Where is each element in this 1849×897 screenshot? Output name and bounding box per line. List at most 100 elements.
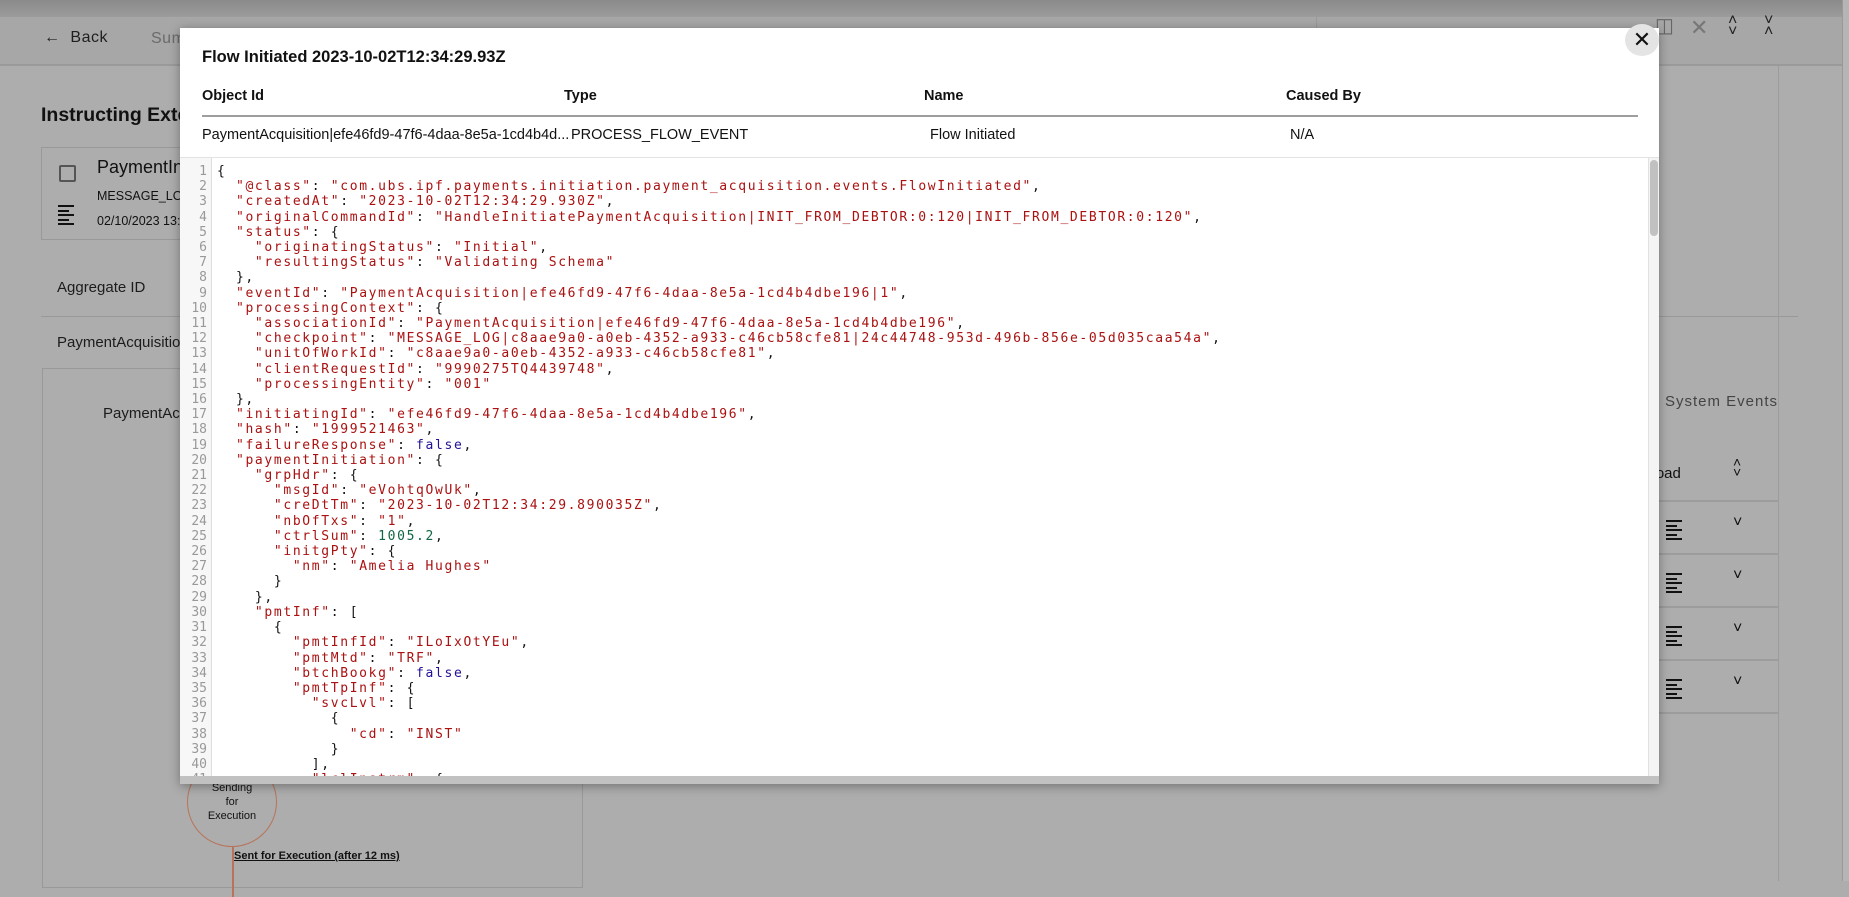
code-line: }, [217,392,255,408]
event-row[interactable]: ˅ [1640,608,1778,661]
code-line: "processingEntity": "001" [254,376,492,392]
expand-icon[interactable]: ˄ ˅ [1728,13,1737,40]
code-line: { [217,711,341,727]
line-number: 27 [191,559,207,575]
lines-icon [1666,573,1682,596]
line-number: 24 [191,513,207,529]
line-number: 11 [191,316,207,332]
horizontal-scrollbar[interactable] [180,776,1659,784]
code-line: "svcLvl": [ [311,696,417,712]
checkbox[interactable] [59,165,76,182]
line-number: 3 [199,194,207,210]
code-line: "processingContext": { [235,300,445,316]
line-number: 31 [191,620,207,636]
line-number: 29 [191,589,207,605]
event-detail-modal: Flow Initiated 2023-10-02T12:34:29.93Z ✕… [180,24,1659,784]
line-number: 39 [191,741,207,757]
header-divider [202,115,1638,117]
back-button[interactable]: ← Back [44,29,108,47]
code-line: "creDtTm": "2023-10-02T12:34:29.890035Z"… [273,498,663,514]
line-number: 17 [191,407,207,423]
flow-edge-label[interactable]: Sent for Execution (after 12 ms) [234,850,400,862]
line-number: 25 [191,528,207,544]
line-number: 37 [191,711,207,727]
chevron-down-icon[interactable]: ˅ [1733,514,1742,532]
sort-icon[interactable]: ˄ ˅ [1733,455,1741,479]
line-number: 34 [191,665,207,681]
event-row[interactable]: ˅ [1640,502,1778,555]
line-number: 32 [191,635,207,651]
line-number: 12 [191,331,207,347]
code-line: "grpHdr": { [254,468,360,484]
line-number: 35 [191,680,207,696]
column-header-caused-by: Caused By [1286,88,1361,104]
code-line: "checkpoint": "MESSAGE_LOG|c8aae9a0-a0eb… [254,331,1222,347]
scrollbar-thumb[interactable] [1650,160,1658,236]
card-time: 02/10/2023 13:3 [97,214,188,228]
chevron-down-icon[interactable]: ˅ [1733,567,1742,585]
code-line: "createdAt": "2023-10-02T12:34:29.930Z", [235,194,616,210]
event-card[interactable]: PaymentIniti MESSAGE_LOG 02/10/2023 13:3 [41,147,201,240]
line-number: 22 [191,483,207,499]
line-number: 4 [199,209,207,225]
code-line: "failureResponse": false, [235,437,473,453]
card-type: MESSAGE_LOG [97,189,193,203]
code-line: "nm": "Amelia Hughes" [292,559,492,575]
modal-title: Flow Initiated 2023-10-02T12:34:29.93Z [202,48,506,66]
tab-system-events[interactable]: System Events [1665,393,1778,410]
close-modal-button[interactable]: ✕ [1625,24,1659,56]
code-line: }, [217,270,255,286]
code-line: "resultingStatus": "Validating Schema" [254,255,616,271]
line-number: 9 [199,285,207,301]
code-line: "btchBookg": false, [292,665,473,681]
line-number: 21 [191,468,207,484]
payload-header-row: yload ˄ ˅ [1640,449,1778,502]
line-number: 5 [199,224,207,240]
line-number: 33 [191,650,207,666]
line-number: 40 [191,756,207,772]
event-row[interactable]: ˅ [1640,661,1778,714]
close-icon[interactable]: ✕ [1690,17,1708,39]
lines-icon [58,205,74,228]
line-number: 23 [191,498,207,514]
line-number: 30 [191,604,207,620]
aggregate-id-value: PaymentAcquisition [57,334,189,351]
chevron-down-icon[interactable]: ˅ [1733,673,1742,691]
code-line: } [217,741,341,757]
column-header-type: Type [564,88,597,104]
line-number: 8 [199,270,207,286]
line-number: 14 [191,361,207,377]
code-line: "pmtMtd": "TRF", [292,650,445,666]
panel-border [1778,66,1779,881]
cell-type: PROCESS_FLOW_EVENT [571,127,749,143]
event-row[interactable]: ˅ [1640,555,1778,608]
page-scrollbar[interactable] [1842,0,1849,881]
line-number: 1 [199,164,207,179]
vertical-scrollbar[interactable] [1648,158,1659,776]
line-number: 13 [191,346,207,362]
code-line: "initgPty": { [273,544,398,560]
code-line: "@class": "com.ubs.ipf.payments.initiati… [235,179,1042,195]
close-icon: ✕ [1632,27,1652,52]
json-code-viewer[interactable]: 1 2 3 4 5 6 7 8 9 10 11 12 13 14 15 16 17 18 19 20 21 22 23 24 2… [180,158,1648,776]
lines-icon [1666,679,1682,702]
code-line: "originalCommandId": "HandleInitiatePaym… [235,209,1203,225]
collapse-icon[interactable]: ˅ ˄ [1764,13,1773,40]
code-line: "hash": "1999521463", [235,422,436,438]
chevron-down-icon[interactable]: ˅ [1733,620,1742,638]
code-line: "ctrlSum": 1005.2, [273,528,445,544]
code-line: "unitOfWorkId": "c8aae9a0-a0eb-4352-a933… [254,346,777,362]
line-number-gutter: 1 2 3 4 5 6 7 8 9 10 11 12 13 14 15 16 17 18 19 20 21 22 23 24 2… [180,158,212,776]
line-number: 16 [191,392,207,408]
section-title: Instructing Exte [41,104,189,126]
line-number: 38 [191,726,207,742]
code-line: "msgId": "eVohtqOwUk", [273,483,483,499]
code-line: "status": { [235,224,341,240]
cell-caused-by: N/A [1290,127,1315,143]
line-number: 7 [199,255,207,271]
browser-top-band [0,0,1849,17]
code-line: "nbOfTxs": "1", [273,513,417,529]
arrow-left-icon: ← [44,29,61,46]
lines-icon [1666,626,1682,649]
line-number: 6 [199,240,207,256]
